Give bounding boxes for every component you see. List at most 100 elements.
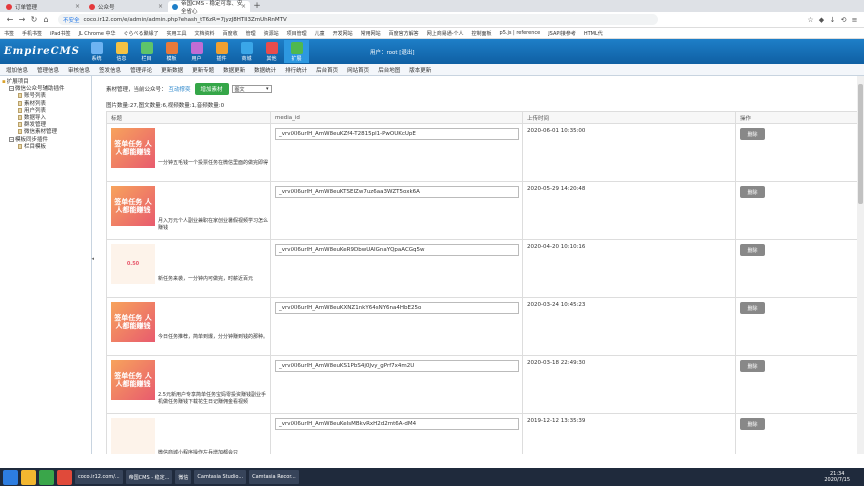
star-icon[interactable]: ☆ [805,16,816,24]
top-module-3[interactable]: 模板 [159,40,184,63]
delete-button[interactable]: 删除 [740,302,765,314]
bookmark-item[interactable]: HTML代 [584,30,603,37]
taskbar-window[interactable]: Camtasia Recor... [249,470,299,484]
bookmark-item[interactable]: 百度官方解答 [389,30,419,37]
taskbar-window[interactable]: Camtasia Studio... [194,470,247,484]
top-module-4[interactable]: 用户 [184,40,209,63]
close-icon[interactable]: × [158,3,163,10]
menu-item[interactable]: 更新专题 [192,66,214,74]
top-module-5[interactable]: 插件 [209,40,234,63]
module-icon [90,41,103,54]
taskbar-app-icon[interactable] [57,469,72,485]
windows-start-icon[interactable] [3,469,18,485]
bookmark-item[interactable]: 常用网站 [361,30,381,37]
close-icon[interactable]: × [241,3,246,10]
tab-official-account[interactable]: 公众号 × [85,1,167,12]
menu-item[interactable]: 后台首页 [316,66,338,74]
tree-item[interactable]: 栏目模板 [2,143,89,151]
menu-item[interactable]: 后台地图 [378,66,400,74]
media-id-field[interactable]: _vrviXl6urlH_AmW8euKTSEIZw7uz6aa3WZT5oxk… [275,186,519,198]
bookmark-item[interactable]: 书签 [4,30,14,37]
scrollbar-thumb[interactable] [858,84,863,204]
tree-item[interactable]: 素材列表 [2,100,89,108]
bookmark-item[interactable]: 网上商易通-个人 [427,30,464,37]
menu-item[interactable]: 签发信息 [99,66,121,74]
bookmark-item[interactable]: JL Chrome 中华 [78,30,115,37]
media-id-field[interactable]: _vrviXl6urlH_AmW8euKeIsMBkvRxH2d2mt6A-dM… [275,418,519,430]
security-indicator[interactable]: 不安全 [63,16,80,24]
bookmark-item[interactable]: 百度收 [223,30,238,37]
top-module-0[interactable]: 系统 [84,40,109,63]
back-icon[interactable]: ← [4,15,16,24]
bookmark-item[interactable]: 项目管理 [287,30,307,37]
tree-item[interactable]: 账号列表 [2,93,89,100]
url-input[interactable]: 不安全 coco.ir12.com/e/admin/admin.php?ehas… [58,14,658,25]
menu-item[interactable]: 数据统计 [254,66,276,74]
top-module-1[interactable]: 信息 [109,40,134,63]
menu-item[interactable]: 网站首页 [347,66,369,74]
close-icon[interactable]: × [75,3,80,10]
account-link[interactable]: 互动撑奕 [169,85,191,93]
menu-icon[interactable]: ≡ [849,16,860,24]
delete-button[interactable]: 删除 [740,186,765,198]
add-material-button[interactable]: 增加素材 [194,83,229,95]
delete-button[interactable]: 删除 [740,360,765,372]
taskbar-app-icon[interactable] [21,469,36,485]
tree-item[interactable]: 用户列表 [2,107,89,115]
bookmark-item[interactable]: 文档资料 [195,30,215,37]
menu-item[interactable]: 版本更新 [409,66,431,74]
top-module-7[interactable]: 其他 [259,40,284,63]
menu-item[interactable]: 增加信息 [6,66,28,74]
media-id-field[interactable]: _vrviXl6urlH_AmW8euKS1PbS4j0Jvy_gPrf7x4m… [275,360,519,372]
bookmark-item[interactable]: ぐらべる聚緣了 [124,30,159,37]
tree-item[interactable]: 微信素材管理 [2,129,89,136]
fold-icon[interactable]: − [9,86,14,92]
menu-item[interactable]: 审核信息 [68,66,90,74]
delete-button[interactable]: 删除 [740,128,765,140]
fold-icon[interactable]: − [9,136,14,142]
taskbar-window[interactable]: 帝国CMS - 稳定... [125,470,173,484]
type-select[interactable]: 图文 ▾ [231,85,272,93]
page-icon [18,100,22,106]
tab-empirecms[interactable]: 帝国CMS - 稳定可靠、安全省心 × [168,1,250,15]
menu-item[interactable]: 管理信息 [37,66,59,74]
bookmark-item[interactable]: 手机书签 [22,30,42,37]
menu-item[interactable]: 排行统计 [285,66,307,74]
user-info[interactable]: 用户：root [退出] [370,48,415,56]
system-clock[interactable]: 21:34 2020/7/15 [824,471,850,483]
bookmark-item[interactable]: 实用工具 [167,30,187,37]
vertical-scrollbar[interactable] [857,76,864,454]
home-icon[interactable]: ⌂ [40,15,52,24]
media-id-field[interactable]: _vrviXl6urlH_AmW8euKXNZ1nkY64sNY6na4HbE2… [275,302,519,314]
top-module-6[interactable]: 商城 [234,40,259,63]
extension-icon[interactable]: ◆ [816,16,827,24]
tab-orders[interactable]: 订单管理 × [2,1,84,12]
bookmark-item[interactable]: 开发网站 [333,30,353,37]
bookmark-item[interactable]: iPad书签 [50,30,70,37]
forward-icon[interactable]: → [16,15,28,24]
menu-item[interactable]: 管理评论 [130,66,152,74]
taskbar-window[interactable]: 微信 [175,470,192,484]
menu-item[interactable]: 更新数据 [161,66,183,74]
top-module-8[interactable]: 扩展 [284,40,309,63]
bookmark-item[interactable]: p5.js | reference [500,30,541,36]
history-icon[interactable]: ⟲ [838,16,849,24]
download-icon[interactable]: ↓ [827,16,838,24]
taskbar-window[interactable]: coco.ir12.com/... [75,470,123,484]
delete-button[interactable]: 删除 [740,418,765,430]
bookmark-item[interactable]: 儿童 [315,30,325,37]
bookmark-item[interactable]: 控制面板 [472,30,492,37]
media-id-field[interactable]: _vrviXl6urlH_AmW8euKeR9DbwUAIGnaYQpaACGq… [275,244,519,256]
tree-item[interactable]: − 模板同步插件 [2,136,89,144]
menu-item[interactable]: 数据更新 [223,66,245,74]
new-tab-icon[interactable]: + [251,1,263,12]
media-id-field[interactable]: _vrviXl6urlH_AmW8euKZf4-T2815pl1-PwOUKcU… [275,128,519,140]
bookmark-item[interactable]: 资源站 [264,30,279,37]
taskbar-app-icon[interactable] [39,469,54,485]
top-module-2[interactable]: 栏目 [134,40,159,63]
bookmark-item[interactable]: JSAPI接参考 [548,30,576,37]
delete-button[interactable]: 删除 [740,244,765,256]
action-cell: 删除 [735,181,858,240]
reload-icon[interactable]: ↻ [28,15,40,24]
bookmark-item[interactable]: 管理 [246,30,256,37]
